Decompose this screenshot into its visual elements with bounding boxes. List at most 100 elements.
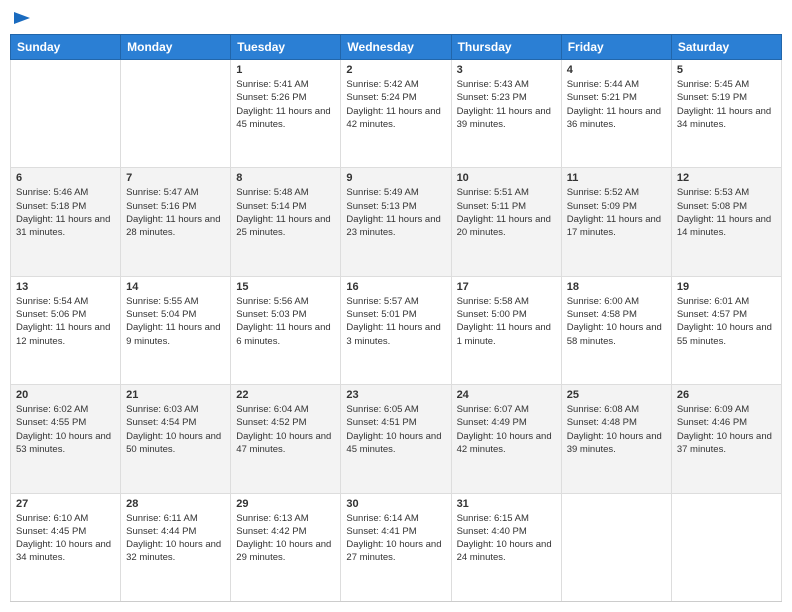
- day-info: Sunrise: 5:53 AM Sunset: 5:08 PM Dayligh…: [677, 186, 776, 239]
- calendar-day-cell: [121, 60, 231, 168]
- day-info: Sunrise: 5:54 AM Sunset: 5:06 PM Dayligh…: [16, 295, 115, 348]
- calendar-day-cell: 29 Sunrise: 6:13 AM Sunset: 4:42 PM Dayli…: [231, 493, 341, 601]
- day-info: Sunrise: 5:57 AM Sunset: 5:01 PM Dayligh…: [346, 295, 445, 348]
- calendar-day-cell: 2 Sunrise: 5:42 AM Sunset: 5:24 PM Daylig…: [341, 60, 451, 168]
- calendar-day-cell: 21 Sunrise: 6:03 AM Sunset: 4:54 PM Dayli…: [121, 385, 231, 493]
- day-number: 25: [567, 389, 666, 401]
- calendar-day-cell: 10 Sunrise: 5:51 AM Sunset: 5:11 PM Dayli…: [451, 168, 561, 276]
- calendar-day-cell: 8 Sunrise: 5:48 AM Sunset: 5:14 PM Daylig…: [231, 168, 341, 276]
- calendar-day-cell: 28 Sunrise: 6:11 AM Sunset: 4:44 PM Dayli…: [121, 493, 231, 601]
- calendar-day-cell: 3 Sunrise: 5:43 AM Sunset: 5:23 PM Daylig…: [451, 60, 561, 168]
- calendar-day-cell: 19 Sunrise: 6:01 AM Sunset: 4:57 PM Dayli…: [671, 276, 781, 384]
- day-info: Sunrise: 6:14 AM Sunset: 4:41 PM Dayligh…: [346, 512, 445, 565]
- day-info: Sunrise: 6:03 AM Sunset: 4:54 PM Dayligh…: [126, 403, 225, 456]
- day-info: Sunrise: 5:44 AM Sunset: 5:21 PM Dayligh…: [567, 78, 666, 131]
- calendar-day-cell: [671, 493, 781, 601]
- day-number: 3: [457, 64, 556, 76]
- day-number: 4: [567, 64, 666, 76]
- day-info: Sunrise: 5:43 AM Sunset: 5:23 PM Dayligh…: [457, 78, 556, 131]
- day-info: Sunrise: 6:07 AM Sunset: 4:49 PM Dayligh…: [457, 403, 556, 456]
- calendar-day-cell: 31Sunrise: 6:15 AM Sunset: 4:40 PM Dayli…: [451, 493, 561, 601]
- day-number: 21: [126, 389, 225, 401]
- logo: [10, 10, 32, 26]
- day-info: Sunrise: 6:10 AM Sunset: 4:45 PM Dayligh…: [16, 512, 115, 565]
- calendar-day-header: Monday: [121, 35, 231, 60]
- day-info: Sunrise: 5:52 AM Sunset: 5:09 PM Dayligh…: [567, 186, 666, 239]
- day-info: Sunrise: 6:15 AM Sunset: 4:40 PM Dayligh…: [457, 512, 556, 565]
- day-number: 9: [346, 172, 445, 184]
- day-number: 15: [236, 281, 335, 293]
- day-number: 2: [346, 64, 445, 76]
- calendar-day-header: Thursday: [451, 35, 561, 60]
- calendar-day-header: Saturday: [671, 35, 781, 60]
- day-number: 11: [567, 172, 666, 184]
- calendar-day-cell: 23Sunrise: 6:05 AM Sunset: 4:51 PM Dayli…: [341, 385, 451, 493]
- calendar-day-cell: 26 Sunrise: 6:09 AM Sunset: 4:46 PM Dayli…: [671, 385, 781, 493]
- calendar-day-cell: 16 Sunrise: 5:57 AM Sunset: 5:01 PM Dayli…: [341, 276, 451, 384]
- calendar-day-cell: [561, 493, 671, 601]
- day-number: 16: [346, 281, 445, 293]
- day-number: 10: [457, 172, 556, 184]
- calendar-day-cell: 27 Sunrise: 6:10 AM Sunset: 4:45 PM Dayli…: [11, 493, 121, 601]
- day-number: 12: [677, 172, 776, 184]
- day-info: Sunrise: 6:02 AM Sunset: 4:55 PM Dayligh…: [16, 403, 115, 456]
- day-number: 26: [677, 389, 776, 401]
- day-info: Sunrise: 5:47 AM Sunset: 5:16 PM Dayligh…: [126, 186, 225, 239]
- calendar-day-cell: 6Sunrise: 5:46 AM Sunset: 5:18 PM Daylig…: [11, 168, 121, 276]
- day-number: 28: [126, 498, 225, 510]
- calendar-week-row: 20 Sunrise: 6:02 AM Sunset: 4:55 PM Dayli…: [11, 385, 782, 493]
- day-number: 17: [457, 281, 556, 293]
- day-number: 5: [677, 64, 776, 76]
- calendar-week-row: 27 Sunrise: 6:10 AM Sunset: 4:45 PM Dayli…: [11, 493, 782, 601]
- day-number: 7: [126, 172, 225, 184]
- calendar-day-cell: 1Sunrise: 5:41 AM Sunset: 5:26 PM Daylig…: [231, 60, 341, 168]
- calendar-day-cell: 18Sunrise: 6:00 AM Sunset: 4:58 PM Dayli…: [561, 276, 671, 384]
- day-info: Sunrise: 5:48 AM Sunset: 5:14 PM Dayligh…: [236, 186, 335, 239]
- day-info: Sunrise: 6:13 AM Sunset: 4:42 PM Dayligh…: [236, 512, 335, 565]
- day-number: 14: [126, 281, 225, 293]
- day-info: Sunrise: 6:00 AM Sunset: 4:58 PM Dayligh…: [567, 295, 666, 348]
- day-number: 19: [677, 281, 776, 293]
- calendar-day-cell: 5 Sunrise: 5:45 AM Sunset: 5:19 PM Daylig…: [671, 60, 781, 168]
- calendar-day-cell: 7 Sunrise: 5:47 AM Sunset: 5:16 PM Daylig…: [121, 168, 231, 276]
- day-number: 30: [346, 498, 445, 510]
- calendar-day-header: Sunday: [11, 35, 121, 60]
- calendar-day-cell: [11, 60, 121, 168]
- calendar-day-cell: 11 Sunrise: 5:52 AM Sunset: 5:09 PM Dayli…: [561, 168, 671, 276]
- day-number: 29: [236, 498, 335, 510]
- day-number: 20: [16, 389, 115, 401]
- calendar-day-cell: 9 Sunrise: 5:49 AM Sunset: 5:13 PM Daylig…: [341, 168, 451, 276]
- day-info: Sunrise: 6:04 AM Sunset: 4:52 PM Dayligh…: [236, 403, 335, 456]
- day-number: 27: [16, 498, 115, 510]
- day-info: Sunrise: 5:42 AM Sunset: 5:24 PM Dayligh…: [346, 78, 445, 131]
- calendar-day-cell: 4 Sunrise: 5:44 AM Sunset: 5:21 PM Daylig…: [561, 60, 671, 168]
- calendar-day-header: Tuesday: [231, 35, 341, 60]
- calendar-week-row: 13Sunrise: 5:54 AM Sunset: 5:06 PM Dayli…: [11, 276, 782, 384]
- calendar-day-cell: 25Sunrise: 6:08 AM Sunset: 4:48 PM Dayli…: [561, 385, 671, 493]
- calendar-day-cell: 20 Sunrise: 6:02 AM Sunset: 4:55 PM Dayli…: [11, 385, 121, 493]
- calendar-day-cell: 14 Sunrise: 5:55 AM Sunset: 5:04 PM Dayli…: [121, 276, 231, 384]
- page-header: [10, 10, 782, 26]
- calendar-day-cell: 30 Sunrise: 6:14 AM Sunset: 4:41 PM Dayli…: [341, 493, 451, 601]
- day-info: Sunrise: 6:01 AM Sunset: 4:57 PM Dayligh…: [677, 295, 776, 348]
- day-info: Sunrise: 5:51 AM Sunset: 5:11 PM Dayligh…: [457, 186, 556, 239]
- calendar-table: SundayMondayTuesdayWednesdayThursdayFrid…: [10, 34, 782, 602]
- day-number: 8: [236, 172, 335, 184]
- day-number: 24: [457, 389, 556, 401]
- logo-flag-icon: [12, 10, 32, 30]
- calendar-day-header: Friday: [561, 35, 671, 60]
- day-info: Sunrise: 5:45 AM Sunset: 5:19 PM Dayligh…: [677, 78, 776, 131]
- calendar-header-row: SundayMondayTuesdayWednesdayThursdayFrid…: [11, 35, 782, 60]
- day-info: Sunrise: 5:55 AM Sunset: 5:04 PM Dayligh…: [126, 295, 225, 348]
- calendar-day-header: Wednesday: [341, 35, 451, 60]
- day-info: Sunrise: 6:09 AM Sunset: 4:46 PM Dayligh…: [677, 403, 776, 456]
- calendar-week-row: 6Sunrise: 5:46 AM Sunset: 5:18 PM Daylig…: [11, 168, 782, 276]
- day-info: Sunrise: 5:56 AM Sunset: 5:03 PM Dayligh…: [236, 295, 335, 348]
- day-info: Sunrise: 6:05 AM Sunset: 4:51 PM Dayligh…: [346, 403, 445, 456]
- day-number: 22: [236, 389, 335, 401]
- day-info: Sunrise: 5:58 AM Sunset: 5:00 PM Dayligh…: [457, 295, 556, 348]
- day-number: 1: [236, 64, 335, 76]
- day-info: Sunrise: 5:49 AM Sunset: 5:13 PM Dayligh…: [346, 186, 445, 239]
- day-info: Sunrise: 6:11 AM Sunset: 4:44 PM Dayligh…: [126, 512, 225, 565]
- calendar-day-cell: 22 Sunrise: 6:04 AM Sunset: 4:52 PM Dayli…: [231, 385, 341, 493]
